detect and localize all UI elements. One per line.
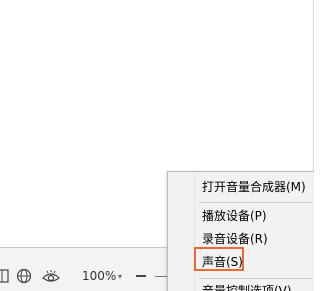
menu-item-sounds[interactable]: 声音(S) (202, 254, 243, 270)
menu-item-volume-control-options[interactable]: 音量控制选项(V) (202, 283, 292, 291)
globe-icon[interactable] (16, 268, 32, 284)
menu-item-open-volume-mixer[interactable]: 打开音量合成器(M) (202, 179, 306, 195)
zoom-slider-icon[interactable] (155, 276, 167, 277)
zoom-dropdown-icon[interactable]: ▾ (118, 269, 122, 285)
menu-item-recording-devices[interactable]: 录音设备(R) (202, 231, 268, 247)
screen: 100% ▾ 打开音量合成器(M) 播放设备(P) 录音设备(R) 声音(S) … (0, 0, 314, 291)
menu-gutter (194, 172, 195, 291)
menu-item-playback-devices[interactable]: 播放设备(P) (202, 208, 267, 224)
menu-separator (199, 202, 312, 203)
menu-separator (199, 278, 312, 279)
view-mode-icon[interactable] (0, 268, 10, 284)
zoom-level[interactable]: 100% (82, 268, 116, 284)
eye-icon[interactable] (41, 268, 61, 284)
context-menu: 打开音量合成器(M) 播放设备(P) 录音设备(R) 声音(S) 音量控制选项(… (167, 171, 314, 291)
zoom-out-icon[interactable] (136, 275, 146, 277)
